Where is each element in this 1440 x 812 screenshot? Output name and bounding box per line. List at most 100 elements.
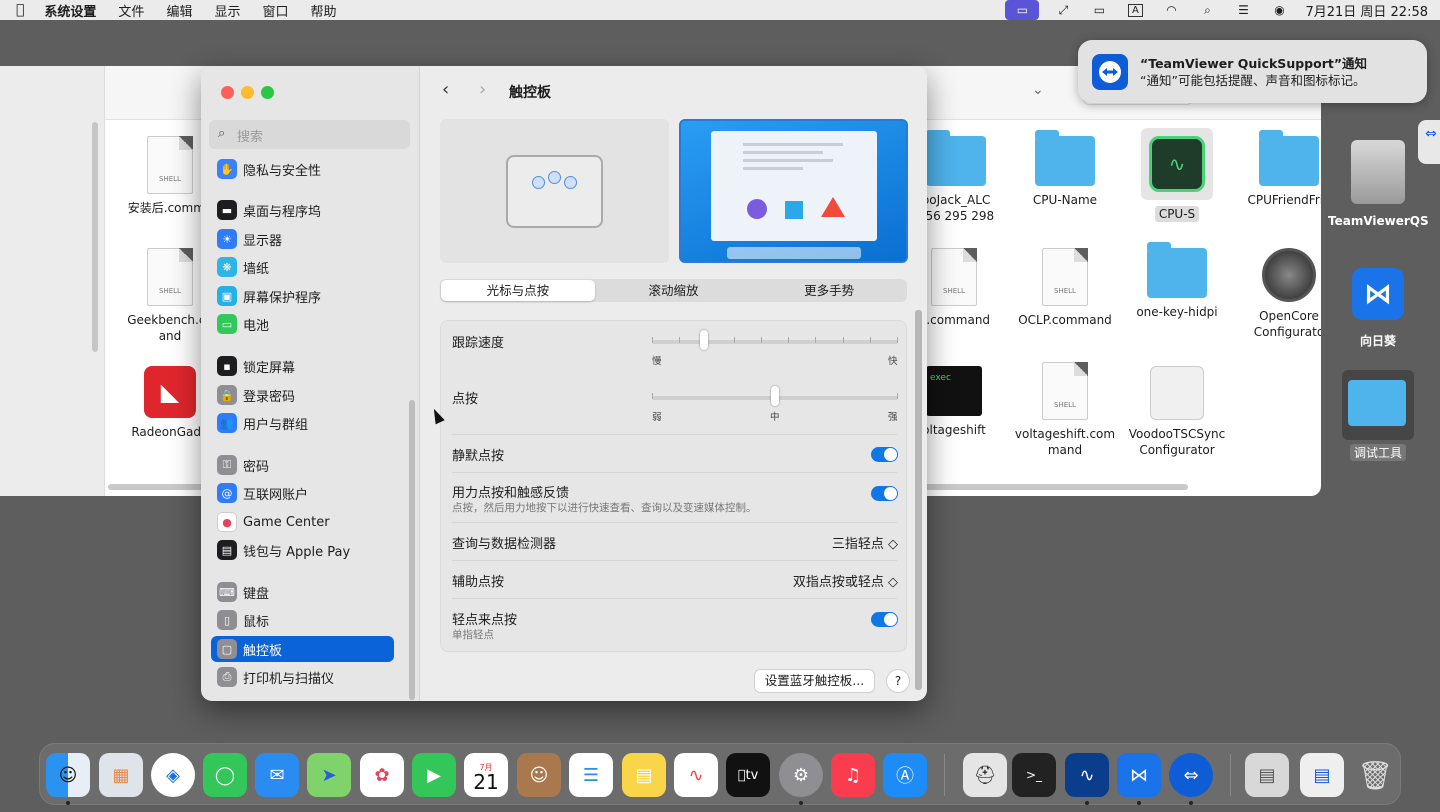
tracking-speed-slider[interactable] — [652, 330, 898, 350]
forward-arrow-icon[interactable]: › — [479, 79, 486, 100]
reminders-icon[interactable]: ☰ — [569, 753, 613, 797]
sidebar-item[interactable]: ✋ 隐私与安全性 — [211, 156, 394, 182]
lookup-label: 查询与数据检测器 — [452, 537, 557, 552]
disk-utility-icon[interactable]: ⛑ — [963, 753, 1007, 797]
click-force-slider[interactable] — [652, 386, 898, 406]
notification-banner[interactable]: “TeamViewer QuickSupport”通知 “通知”可能包括提醒、声… — [1078, 40, 1427, 103]
music-icon[interactable]: ♫ — [831, 753, 875, 797]
spotlight-icon[interactable]: ⌕ — [1189, 0, 1225, 20]
folder-icon — [926, 130, 986, 186]
file-item[interactable]: CPU-Name — [1009, 130, 1121, 208]
calendar-icon[interactable]: 7月 21 — [464, 753, 508, 797]
sidebar-item[interactable]: @ 互联网账户 — [211, 480, 394, 506]
setup-bluetooth-trackpad-button[interactable]: 设置蓝牙触控板... — [755, 670, 874, 692]
finder-icon[interactable]: ☺ — [46, 753, 90, 797]
sidebar-item[interactable]: ▤ 钱包与 Apple Pay — [211, 537, 394, 563]
desktop-icon[interactable]: ⋈ 向日葵 — [1328, 268, 1428, 349]
menu-app-name[interactable]: 系统设置 — [44, 1, 96, 20]
wifi-icon[interactable]: ◠ — [1153, 0, 1189, 20]
system-settings-icon[interactable]: ⚙ — [779, 753, 823, 797]
launchpad-icon[interactable]: ▦ — [99, 753, 143, 797]
sidebar-item[interactable]: ▢ 触控板 — [211, 636, 394, 662]
finder-chevron-icon[interactable]: ⌄ — [1032, 82, 1044, 98]
sidebar-item[interactable]: ▬ 桌面与程序坞 — [211, 197, 394, 223]
sidebar-item[interactable]: ⎙ 打印机与扫描仪 — [211, 664, 394, 690]
menu-view[interactable]: 显示 — [214, 1, 240, 20]
menu-file[interactable]: 文件 — [118, 1, 144, 20]
sidebar-search-input[interactable]: ⌕ 搜索 — [209, 120, 410, 149]
tap-to-click-toggle[interactable] — [871, 612, 898, 627]
facetime-icon[interactable]: ▶ — [412, 753, 456, 797]
file-item[interactable]: VoodooTSCSync Configurator — [1121, 366, 1233, 458]
teamviewer-side-panel-icon[interactable]: ⇔ — [1418, 120, 1440, 164]
close-button[interactable] — [221, 86, 234, 99]
intel-power-gadget-icon[interactable]: ∿ — [1065, 753, 1109, 797]
main-scrollbar[interactable] — [915, 310, 922, 690]
input-source-icon[interactable]: A — [1117, 0, 1153, 20]
messages-icon[interactable]: ◯ — [203, 753, 247, 797]
trash-icon[interactable]: 🗑 — [1353, 753, 1397, 797]
tab-scroll-and-zoom[interactable]: 滚动缩放 — [597, 280, 751, 301]
sidebar-item[interactable]: 🔒 登录密码 — [211, 382, 394, 408]
sidebar-scrollbar[interactable] — [409, 400, 415, 700]
file-item[interactable]: CPUFriendFrie — [1233, 130, 1321, 208]
sunflower-icon[interactable]: ⋈ — [1117, 753, 1161, 797]
tab-more-gestures[interactable]: 更多手势 — [752, 280, 906, 301]
minimize-button[interactable] — [241, 86, 254, 99]
force-click-toggle[interactable] — [871, 486, 898, 501]
secondary-click-popup-button[interactable]: 双指点按或轻点 ◇ — [793, 571, 898, 590]
back-arrow-icon[interactable]: ‹ — [442, 79, 449, 100]
file-item[interactable]: one-key-hidpi — [1121, 242, 1233, 320]
app-store-icon[interactable]: Ⓐ — [883, 753, 927, 797]
tap-to-click-description: 单指轻点 — [452, 629, 494, 641]
screen-mirror-status-icon[interactable]: ▭ — [1005, 0, 1040, 20]
file-item[interactable]: SHELL OCLP.command — [1009, 248, 1121, 328]
file-item[interactable]: OpenCore Configurato — [1233, 248, 1321, 340]
tab-cursor-and-click[interactable]: 光标与点按 — [441, 280, 595, 301]
notes-icon[interactable]: ▤ — [622, 753, 666, 797]
slider-knob[interactable] — [771, 386, 779, 406]
teamviewer-dock-icon[interactable]: ⇔ — [1169, 753, 1213, 797]
maps-icon[interactable]: ➤ — [307, 753, 351, 797]
sidebar-item[interactable]: ● Game Center — [211, 509, 394, 535]
file-item-selected[interactable]: ∿ CPU-S — [1121, 128, 1233, 222]
sidebar-item[interactable]: ⌨ 键盘 — [211, 579, 394, 605]
sidebar-item[interactable]: ▭ 电池 — [211, 311, 394, 337]
settings-group: 跟踪速度 慢 快 点按 弱 中 强 静默点按 用力点按和触感反馈 点按，然后用力… — [440, 320, 907, 652]
menu-edit[interactable]: 编辑 — [166, 1, 192, 20]
sidebar-item[interactable]: ▣ 屏幕保护程序 — [211, 283, 394, 309]
apple-tv-icon[interactable]: tv — [726, 753, 770, 797]
mail-icon[interactable]: ✉ — [255, 753, 299, 797]
teamviewer-status-icon[interactable]: ⤢ — [1045, 0, 1081, 20]
sidebar-item[interactable]: 👥 用户与群组 — [211, 410, 394, 436]
siri-icon[interactable]: ◉ — [1261, 0, 1297, 20]
lookup-popup-button[interactable]: 三指轻点 ◇ — [832, 533, 898, 552]
sidebar-item-icon: ▣ — [217, 286, 237, 306]
sidebar-item[interactable]: ⚿ 密码 — [211, 452, 394, 478]
menu-help[interactable]: 帮助 — [310, 1, 336, 20]
finder-sidebar-scrollbar[interactable] — [92, 122, 98, 352]
menu-window[interactable]: 窗口 — [262, 1, 288, 20]
downloads-stack-icon[interactable]: ▤ — [1300, 753, 1344, 797]
sidebar-item[interactable]: ▯ 鼠标 — [211, 607, 394, 633]
safari-icon[interactable]: ◈ — [151, 753, 195, 797]
sidebar-item[interactable]: ☀ 显示器 — [211, 226, 394, 252]
freeform-icon[interactable]: ∿ — [674, 753, 718, 797]
photos-icon[interactable]: ✿ — [360, 753, 404, 797]
zoom-button[interactable] — [261, 86, 274, 99]
desktop-icon[interactable]: TeamViewerQS — [1328, 140, 1429, 228]
apple-menu-icon[interactable]:  — [16, 2, 24, 18]
sidebar-item[interactable]: ▪ 锁定屏幕 — [211, 353, 394, 379]
contacts-icon[interactable]: ☺ — [517, 753, 561, 797]
menu-clock[interactable]: 7月21日 周日 22:58 — [1305, 1, 1428, 20]
file-item[interactable]: SHELL voltageshift.com mand — [1009, 362, 1121, 458]
slider-knob[interactable] — [700, 330, 708, 350]
silent-click-toggle[interactable] — [871, 447, 898, 462]
document-stack-icon[interactable]: ▤ — [1245, 753, 1289, 797]
terminal-icon[interactable]: >_ — [1012, 753, 1056, 797]
desktop-icon-selected[interactable]: 调试工具 — [1328, 370, 1428, 461]
battery-icon[interactable]: ▭ — [1081, 0, 1117, 20]
control-center-icon[interactable]: ☰ — [1225, 0, 1261, 20]
help-button[interactable]: ? — [887, 670, 909, 692]
sidebar-item[interactable]: ❋ 墙纸 — [211, 254, 394, 280]
